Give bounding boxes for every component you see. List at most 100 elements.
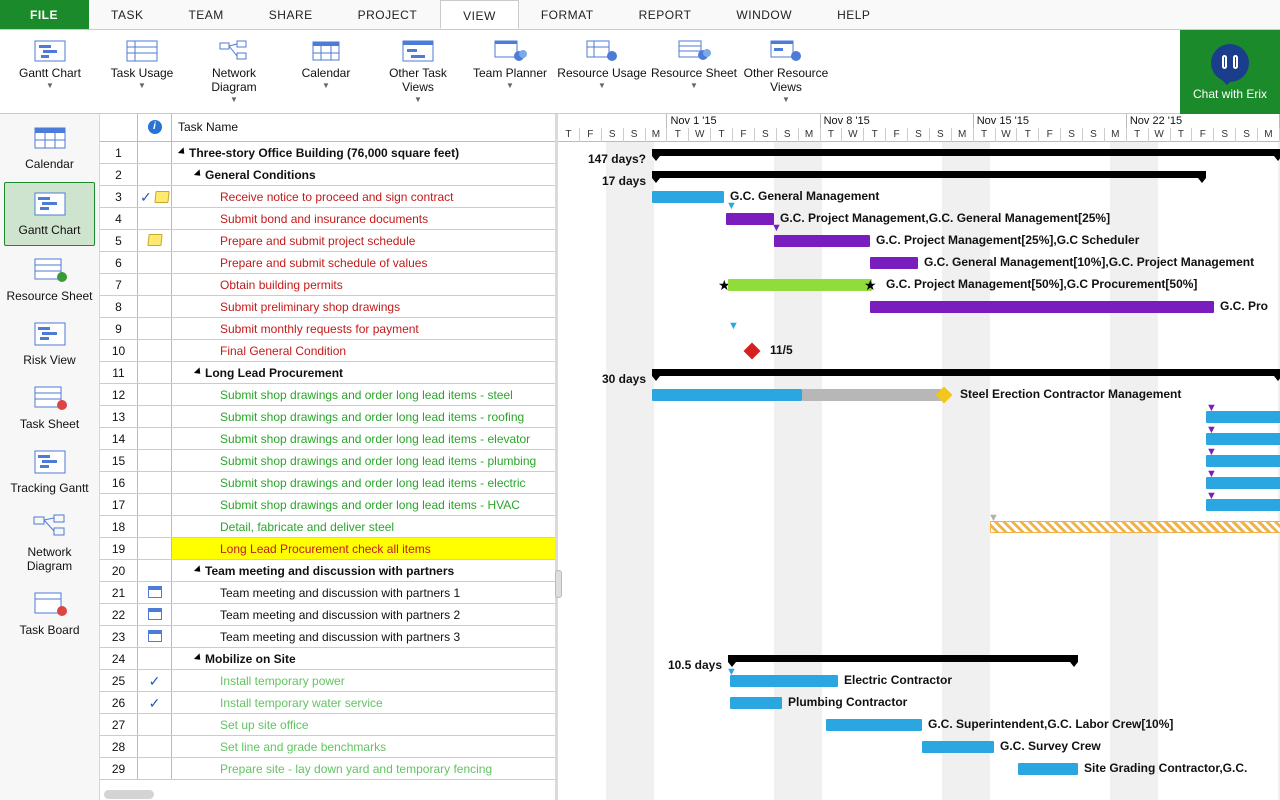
task-row[interactable]: 27Set up site office [100, 714, 555, 736]
collapse-caret-icon[interactable] [194, 565, 203, 574]
task-name-cell[interactable]: Receive notice to proceed and sign contr… [172, 186, 555, 207]
summary-bar[interactable]: 17 days [652, 171, 1206, 178]
task-row[interactable]: 18Detail, fabricate and deliver steel [100, 516, 555, 538]
summary-bar[interactable]: 30 days [652, 369, 1280, 376]
task-name-cell[interactable]: Submit preliminary shop drawings [172, 296, 555, 317]
task-bar[interactable] [802, 389, 942, 401]
task-name-cell[interactable]: Submit shop drawings and order long lead… [172, 472, 555, 493]
row-number-header[interactable] [100, 114, 138, 141]
task-row[interactable]: 26✓Install temporary water service [100, 692, 555, 714]
ribbon-gantt-chart[interactable]: Gantt Chart▼ [4, 34, 96, 113]
collapse-caret-icon[interactable] [194, 367, 203, 376]
task-bar[interactable]: G.C. General Management [652, 191, 724, 203]
task-bar[interactable] [1206, 433, 1280, 445]
split-handle[interactable] [555, 570, 562, 598]
task-bar[interactable]: Electric Contractor [730, 675, 838, 687]
task-row[interactable]: 8Submit preliminary shop drawings [100, 296, 555, 318]
task-name-cell[interactable]: Team meeting and discussion with partner… [172, 604, 555, 625]
horizontal-scrollbar[interactable] [100, 790, 558, 800]
task-name-cell[interactable]: Submit shop drawings and order long lead… [172, 384, 555, 405]
menu-tab-view[interactable]: VIEW [440, 0, 519, 29]
task-bar[interactable] [728, 279, 872, 291]
task-bar[interactable] [1206, 477, 1280, 489]
ribbon-task-usage[interactable]: Task Usage▼ [96, 34, 188, 113]
task-bar[interactable]: G.C. Superintendent,G.C. Labor Crew[10%] [826, 719, 922, 731]
ribbon-calendar[interactable]: Calendar▼ [280, 34, 372, 113]
task-name-cell[interactable]: Detail, fabricate and deliver steel [172, 516, 555, 537]
menu-tab-window[interactable]: WINDOW [714, 0, 815, 29]
task-bar[interactable] [1206, 411, 1280, 423]
timeline-body[interactable]: 147 days?17 daysG.C. General Management▼… [558, 142, 1280, 800]
sidebar-item-tracking-gantt[interactable]: Tracking Gantt [0, 440, 99, 504]
task-row[interactable]: 28Set line and grade benchmarks [100, 736, 555, 758]
task-name-cell[interactable]: Obtain building permits [172, 274, 555, 295]
task-bar[interactable]: G.C. Pro [870, 301, 1214, 313]
task-row[interactable]: 24Mobilize on Site [100, 648, 555, 670]
task-name-cell[interactable]: Install temporary power [172, 670, 555, 691]
task-bar[interactable]: G.C. Project Management[25%],G.C Schedul… [774, 235, 870, 247]
task-bar[interactable]: Plumbing Contractor [730, 697, 782, 709]
task-name-cell[interactable]: Submit shop drawings and order long lead… [172, 494, 555, 515]
task-name-cell[interactable]: Submit shop drawings and order long lead… [172, 406, 555, 427]
sidebar-item-network-diagram[interactable]: Network Diagram [0, 504, 99, 582]
task-row[interactable]: 17Submit shop drawings and order long le… [100, 494, 555, 516]
task-name-cell[interactable]: Long Lead Procurement check all items [172, 538, 555, 559]
task-row[interactable]: 7Obtain building permits [100, 274, 555, 296]
task-name-cell[interactable]: Mobilize on Site [172, 648, 555, 669]
task-name-cell[interactable]: Submit shop drawings and order long lead… [172, 428, 555, 449]
task-bar[interactable]: G.C. General Management[10%],G.C. Projec… [870, 257, 918, 269]
scrollbar-thumb[interactable] [104, 790, 154, 799]
task-row[interactable]: 14Submit shop drawings and order long le… [100, 428, 555, 450]
collapse-caret-icon[interactable] [194, 653, 203, 662]
task-name-cell[interactable]: Final General Condition [172, 340, 555, 361]
collapse-caret-icon[interactable] [194, 169, 203, 178]
task-row[interactable]: 25✓Install temporary power [100, 670, 555, 692]
task-name-cell[interactable]: Prepare site - lay down yard and tempora… [172, 758, 555, 779]
menu-tab-task[interactable]: TASK [89, 0, 166, 29]
sidebar-item-resource-sheet[interactable]: Resource Sheet [0, 248, 99, 312]
chat-with-erix-button[interactable]: Chat with Erix [1180, 30, 1280, 114]
menu-tab-report[interactable]: REPORT [617, 0, 715, 29]
collapse-caret-icon[interactable] [178, 147, 187, 156]
task-row[interactable]: 9Submit monthly requests for payment [100, 318, 555, 340]
ribbon-resource-usage[interactable]: Resource Usage▼ [556, 34, 648, 113]
task-row[interactable]: 2General Conditions [100, 164, 555, 186]
sidebar-item-task-board[interactable]: Task Board [0, 582, 99, 646]
task-bar[interactable] [652, 389, 802, 401]
task-name-cell[interactable]: Set line and grade benchmarks [172, 736, 555, 757]
ribbon-network-diagram[interactable]: Network Diagram▼ [188, 34, 280, 113]
task-row[interactable]: 13Submit shop drawings and order long le… [100, 406, 555, 428]
task-name-cell[interactable]: Prepare and submit project schedule [172, 230, 555, 251]
task-row[interactable]: 1Three-story Office Building (76,000 squ… [100, 142, 555, 164]
task-name-cell[interactable]: Submit shop drawings and order long lead… [172, 450, 555, 471]
task-row[interactable]: 10Final General Condition [100, 340, 555, 362]
task-row[interactable]: 29Prepare site - lay down yard and tempo… [100, 758, 555, 780]
task-row[interactable]: 22Team meeting and discussion with partn… [100, 604, 555, 626]
task-name-cell[interactable]: Team meeting and discussion with partner… [172, 560, 555, 581]
ribbon-other-task-views[interactable]: Other Task Views▼ [372, 34, 464, 113]
sidebar-item-task-sheet[interactable]: Task Sheet [0, 376, 99, 440]
task-row[interactable]: 5Prepare and submit project schedule [100, 230, 555, 252]
task-row[interactable]: 15Submit shop drawings and order long le… [100, 450, 555, 472]
menu-tab-share[interactable]: SHARE [247, 0, 336, 29]
summary-bar[interactable]: 10.5 days [728, 655, 1078, 662]
task-bar[interactable]: Site Grading Contractor,G.C. [1018, 763, 1078, 775]
task-row[interactable]: 6Prepare and submit schedule of values [100, 252, 555, 274]
task-name-header[interactable]: Task Name [172, 114, 555, 141]
ribbon-other-resource-views[interactable]: Other Resource Views▼ [740, 34, 832, 113]
task-row[interactable]: 12Submit shop drawings and order long le… [100, 384, 555, 406]
indicator-header[interactable]: i [138, 114, 172, 141]
task-bar[interactable]: G.C. Survey Crew [922, 741, 994, 753]
task-name-cell[interactable]: Long Lead Procurement [172, 362, 555, 383]
task-bar[interactable] [1206, 499, 1280, 511]
task-row[interactable]: 19Long Lead Procurement check all items [100, 538, 555, 560]
task-name-cell[interactable]: Three-story Office Building (76,000 squa… [172, 142, 555, 163]
task-row[interactable]: 23Team meeting and discussion with partn… [100, 626, 555, 648]
menu-tab-team[interactable]: TEAM [166, 0, 246, 29]
task-name-cell[interactable]: Team meeting and discussion with partner… [172, 626, 555, 647]
task-name-cell[interactable]: Team meeting and discussion with partner… [172, 582, 555, 603]
task-row[interactable]: 11Long Lead Procurement [100, 362, 555, 384]
task-name-cell[interactable]: Set up site office [172, 714, 555, 735]
menu-tab-file[interactable]: FILE [0, 0, 89, 29]
menu-tab-help[interactable]: HELP [815, 0, 893, 29]
